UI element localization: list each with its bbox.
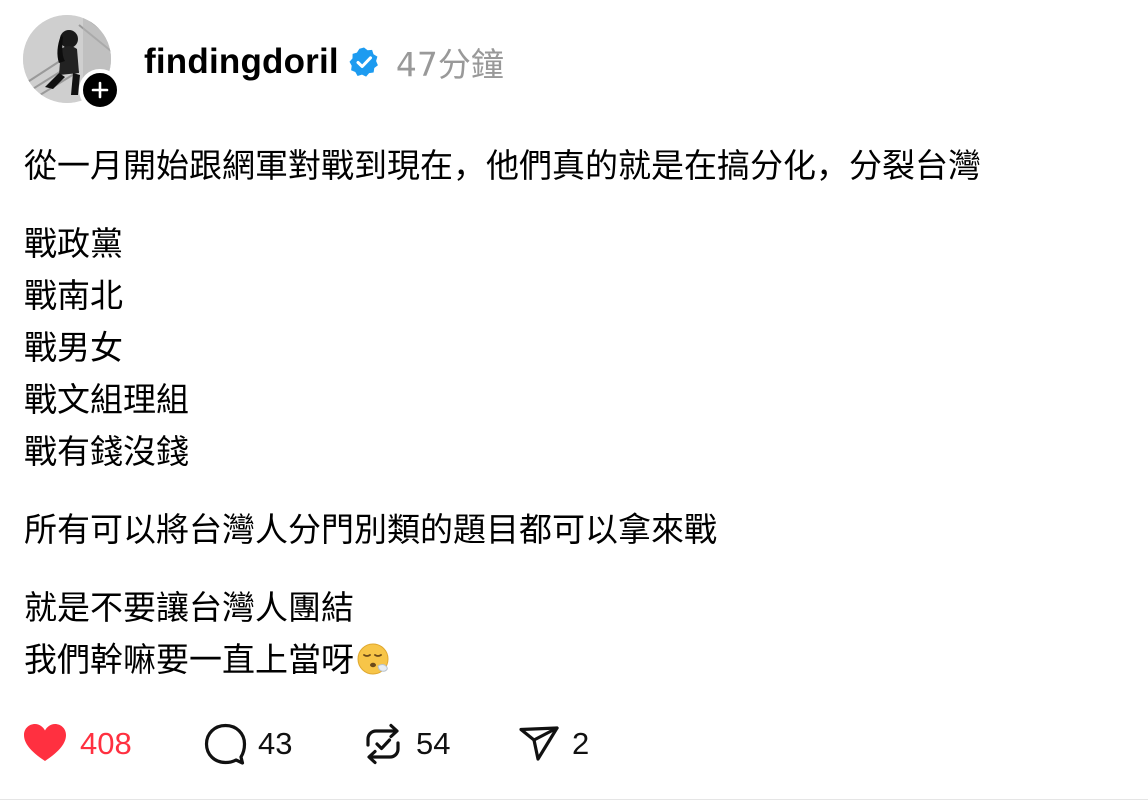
text-line: 戰男女 <box>24 328 123 367</box>
text-line: 所有可以將台灣人分門別類的題目都可以拿來戰 <box>24 510 717 549</box>
repost-icon <box>366 723 400 765</box>
reply-count: 43 <box>258 726 293 761</box>
text-line-with-emoji: 我們幹嘛要一直上當呀 <box>24 634 1134 686</box>
repost-count: 54 <box>416 726 451 761</box>
text-line: 戰文組理組 <box>24 380 189 419</box>
send-icon <box>519 726 559 761</box>
text-line: 戰南北 <box>24 276 123 315</box>
post-divider <box>0 799 1148 800</box>
face-exhaling-emoji-icon <box>357 643 389 675</box>
reply-button[interactable]: 43 <box>202 721 360 767</box>
thread-post: findingdoril 47分鐘 從一月開始跟網軍對戰到現在，他們真的就是在搞… <box>0 0 1148 810</box>
like-button[interactable]: 408 <box>22 721 202 767</box>
username[interactable]: findingdoril <box>144 42 339 82</box>
repost-button[interactable]: 54 <box>360 721 516 767</box>
text-line: 就是不要讓台灣人團結 <box>24 588 354 627</box>
follow-button[interactable] <box>79 69 121 111</box>
post-content: 從一月開始跟網軍對戰到現在，他們真的就是在搞分化，分裂台灣 戰政黨 戰南北 戰男… <box>24 140 1134 712</box>
comment-bubble-icon <box>204 723 247 765</box>
text-line: 戰有錢沒錢 <box>24 432 189 471</box>
text-line: 戰政黨 <box>24 224 123 263</box>
avatar-container <box>23 15 121 111</box>
like-count: 408 <box>80 726 132 761</box>
plus-icon <box>91 81 109 99</box>
text-line: 從一月開始跟網軍對戰到現在，他們真的就是在搞分化，分裂台灣 <box>24 146 981 185</box>
paragraph-summary: 所有可以將台灣人分門別類的題目都可以拿來戰 <box>24 504 1134 556</box>
paragraph-list: 戰政黨 戰南北 戰男女 戰文組理組 戰有錢沒錢 <box>24 218 1134 478</box>
text-line: 我們幹嘛要一直上當呀 <box>24 640 354 679</box>
verified-badge-icon <box>349 47 378 77</box>
share-button[interactable]: 2 <box>516 721 636 767</box>
paragraph-intro: 從一月開始跟網軍對戰到現在，他們真的就是在搞分化，分裂台灣 <box>24 140 1134 192</box>
heart-filled-icon <box>24 724 66 761</box>
post-header: findingdoril 47分鐘 <box>144 38 504 86</box>
paragraph-closing: 就是不要讓台灣人團結 我們幹嘛要一直上當呀 <box>24 582 1134 686</box>
share-count: 2 <box>572 726 590 761</box>
action-bar: 408 43 54 2 <box>22 718 636 770</box>
post-timestamp: 47分鐘 <box>395 45 504 84</box>
